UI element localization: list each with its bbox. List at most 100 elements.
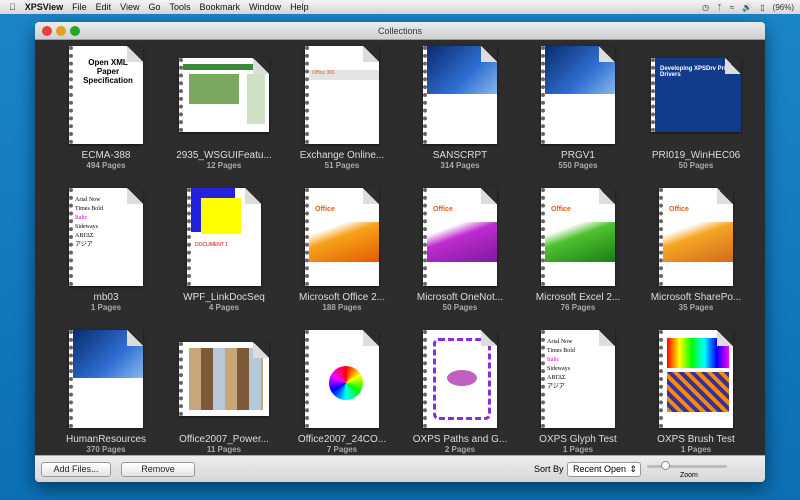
battery-percent: (96%) bbox=[772, 2, 794, 12]
time-machine-icon[interactable]: ◷ bbox=[702, 3, 709, 12]
bluetooth-icon[interactable]: ᛉ bbox=[717, 3, 722, 12]
document-thumbnail[interactable]: Arial Now Times Bold Italic Sideways ABΓΔΣ アジ… bbox=[541, 330, 615, 428]
battery-icon[interactable]: ▯ bbox=[760, 3, 764, 12]
collection-item[interactable]: Office Microsoft Office 2... 188 Pages bbox=[283, 188, 401, 330]
add-files-button[interactable]: Add Files... bbox=[41, 462, 111, 477]
collection-item[interactable]: SANSCRPT 314 Pages bbox=[401, 46, 519, 188]
collection-item[interactable]: Office Microsoft SharePo... 35 Pages bbox=[637, 188, 755, 330]
page-curl-icon bbox=[127, 330, 143, 346]
document-thumbnail[interactable] bbox=[423, 330, 497, 428]
document-name: PRGV1 bbox=[561, 150, 595, 161]
document-thumbnail[interactable] bbox=[179, 342, 269, 416]
zoom-slider-knob[interactable] bbox=[661, 461, 671, 470]
menu-tools[interactable]: Tools bbox=[170, 2, 191, 12]
document-thumbnail[interactable]: Office 365 bbox=[305, 46, 379, 144]
page-curl-icon bbox=[725, 58, 741, 74]
document-name: 2935_WSGUIFeatu... bbox=[176, 150, 272, 161]
document-name: Microsoft OneNot... bbox=[416, 292, 504, 303]
page-count: 314 Pages bbox=[440, 161, 480, 170]
page-curl-icon bbox=[481, 330, 497, 346]
page-count: 11 Pages bbox=[206, 445, 242, 454]
collection-item[interactable]: HumanResources 370 Pages bbox=[47, 330, 165, 472]
title-bar: Collections bbox=[35, 22, 765, 40]
collection-item[interactable]: Office Microsoft Excel 2... 76 Pages bbox=[519, 188, 637, 330]
document-name: Microsoft Office 2... bbox=[299, 292, 385, 303]
page-curl-icon bbox=[127, 46, 143, 62]
document-thumbnail[interactable] bbox=[541, 46, 615, 144]
zoom-slider[interactable] bbox=[647, 461, 727, 470]
document-name: OXPS Glyph Test bbox=[539, 434, 617, 445]
close-button[interactable] bbox=[42, 26, 52, 36]
menu-help[interactable]: Help bbox=[290, 2, 309, 12]
collection-item[interactable]: PRGV1 550 Pages bbox=[519, 46, 637, 188]
collection-item[interactable]: Arial Now Times Bold Italic Sideways ABΓΔΣ アジ… bbox=[47, 188, 165, 330]
collection-item[interactable]: Open XML Paper Specification ECMA-388 49… bbox=[47, 46, 165, 188]
page-count: 50 Pages bbox=[442, 303, 478, 312]
zoom-button[interactable] bbox=[70, 26, 80, 36]
page-count: 494 Pages bbox=[86, 161, 126, 170]
page-curl-icon bbox=[245, 188, 261, 204]
page-curl-icon bbox=[363, 188, 379, 204]
document-name: WPF_LinkDocSeq bbox=[183, 292, 265, 303]
document-thumbnail[interactable]: Office bbox=[423, 188, 497, 286]
document-thumbnail[interactable]: Arial Now Times Bold Italic Sideways ABΓΔΣ アジ… bbox=[69, 188, 143, 286]
document-name: OXPS Brush Test bbox=[657, 434, 735, 445]
page-count: 1 Pages bbox=[562, 445, 594, 454]
volume-icon[interactable]: 🔊 bbox=[742, 3, 752, 12]
page-curl-icon bbox=[599, 188, 615, 204]
sort-by-label: Sort By bbox=[534, 464, 564, 474]
menu-app[interactable]: XPSView bbox=[25, 2, 63, 12]
collection-item[interactable]: Office 365 Exchange Online... 51 Pages bbox=[283, 46, 401, 188]
collection-grid: Open XML Paper Specification ECMA-388 49… bbox=[35, 40, 765, 455]
bottom-toolbar: Add Files... Remove Sort By Recent Open ⇕… bbox=[35, 455, 765, 482]
thumb-title: Open XML Paper Specification bbox=[83, 58, 133, 85]
wifi-icon[interactable]: ≈ bbox=[730, 3, 734, 12]
menu-edit[interactable]: Edit bbox=[96, 2, 112, 12]
minimize-button[interactable] bbox=[56, 26, 66, 36]
page-count: 51 Pages bbox=[324, 161, 360, 170]
document-thumbnail[interactable] bbox=[69, 330, 143, 428]
menu-window[interactable]: Window bbox=[249, 2, 281, 12]
document-name: Office2007_24CO... bbox=[297, 434, 387, 445]
collection-item[interactable]: Office2007_Power... 11 Pages bbox=[165, 330, 283, 472]
sort-by-select[interactable]: Recent Open ⇕ bbox=[567, 462, 641, 477]
page-count: 1 Pages bbox=[90, 303, 122, 312]
document-thumbnail[interactable] bbox=[423, 46, 497, 144]
collection-item[interactable]: Office Microsoft OneNot... 50 Pages bbox=[401, 188, 519, 330]
page-curl-icon bbox=[599, 46, 615, 62]
collection-item[interactable]: DOCUMENT 1 WPF_LinkDocSeq 4 Pages bbox=[165, 188, 283, 330]
document-thumbnail[interactable]: DOCUMENT 1 bbox=[187, 188, 261, 286]
document-thumbnail[interactable] bbox=[659, 330, 733, 428]
collection-item[interactable]: OXPS Brush Test 1 Pages bbox=[637, 330, 755, 472]
page-curl-icon bbox=[363, 330, 379, 346]
page-count: 550 Pages bbox=[558, 161, 598, 170]
document-thumbnail[interactable] bbox=[179, 58, 269, 132]
collection-item[interactable]: Arial Now Times Bold Italic Sideways ABΓΔΣ アジ… bbox=[519, 330, 637, 472]
apple-icon[interactable]:  bbox=[9, 2, 16, 12]
page-count: 188 Pages bbox=[322, 303, 362, 312]
document-thumbnail[interactable]: Open XML Paper Specification bbox=[69, 46, 143, 144]
document-name: Office2007_Power... bbox=[179, 434, 269, 445]
menu-file[interactable]: File bbox=[72, 2, 87, 12]
collection-item[interactable]: Office2007_24CO... 7 Pages bbox=[283, 330, 401, 472]
document-thumbnail[interactable]: Office bbox=[659, 188, 733, 286]
page-curl-icon bbox=[599, 330, 615, 346]
menu-bookmark[interactable]: Bookmark bbox=[200, 2, 241, 12]
document-thumbnail[interactable]: Developing XPSDrv Print Drivers bbox=[651, 58, 741, 132]
page-count: 7 Pages bbox=[326, 445, 358, 454]
collection-item[interactable]: 2935_WSGUIFeatu... 12 Pages bbox=[165, 46, 283, 188]
document-thumbnail[interactable]: Office bbox=[541, 188, 615, 286]
page-count: 1 Pages bbox=[680, 445, 712, 454]
window-title: Collections bbox=[377, 26, 423, 36]
remove-button[interactable]: Remove bbox=[121, 462, 195, 477]
collection-item[interactable]: OXPS Paths and G... 2 Pages bbox=[401, 330, 519, 472]
collection-item[interactable]: Developing XPSDrv Print Drivers PRI019_W… bbox=[637, 46, 755, 188]
document-name: mb03 bbox=[93, 292, 119, 303]
document-name: Exchange Online... bbox=[299, 150, 385, 161]
collections-window: Collections Open XML Paper Specification… bbox=[35, 22, 765, 482]
menu-view[interactable]: View bbox=[120, 2, 139, 12]
document-thumbnail[interactable]: Office bbox=[305, 188, 379, 286]
document-name: OXPS Paths and G... bbox=[412, 434, 508, 445]
document-thumbnail[interactable] bbox=[305, 330, 379, 428]
menu-go[interactable]: Go bbox=[149, 2, 161, 12]
